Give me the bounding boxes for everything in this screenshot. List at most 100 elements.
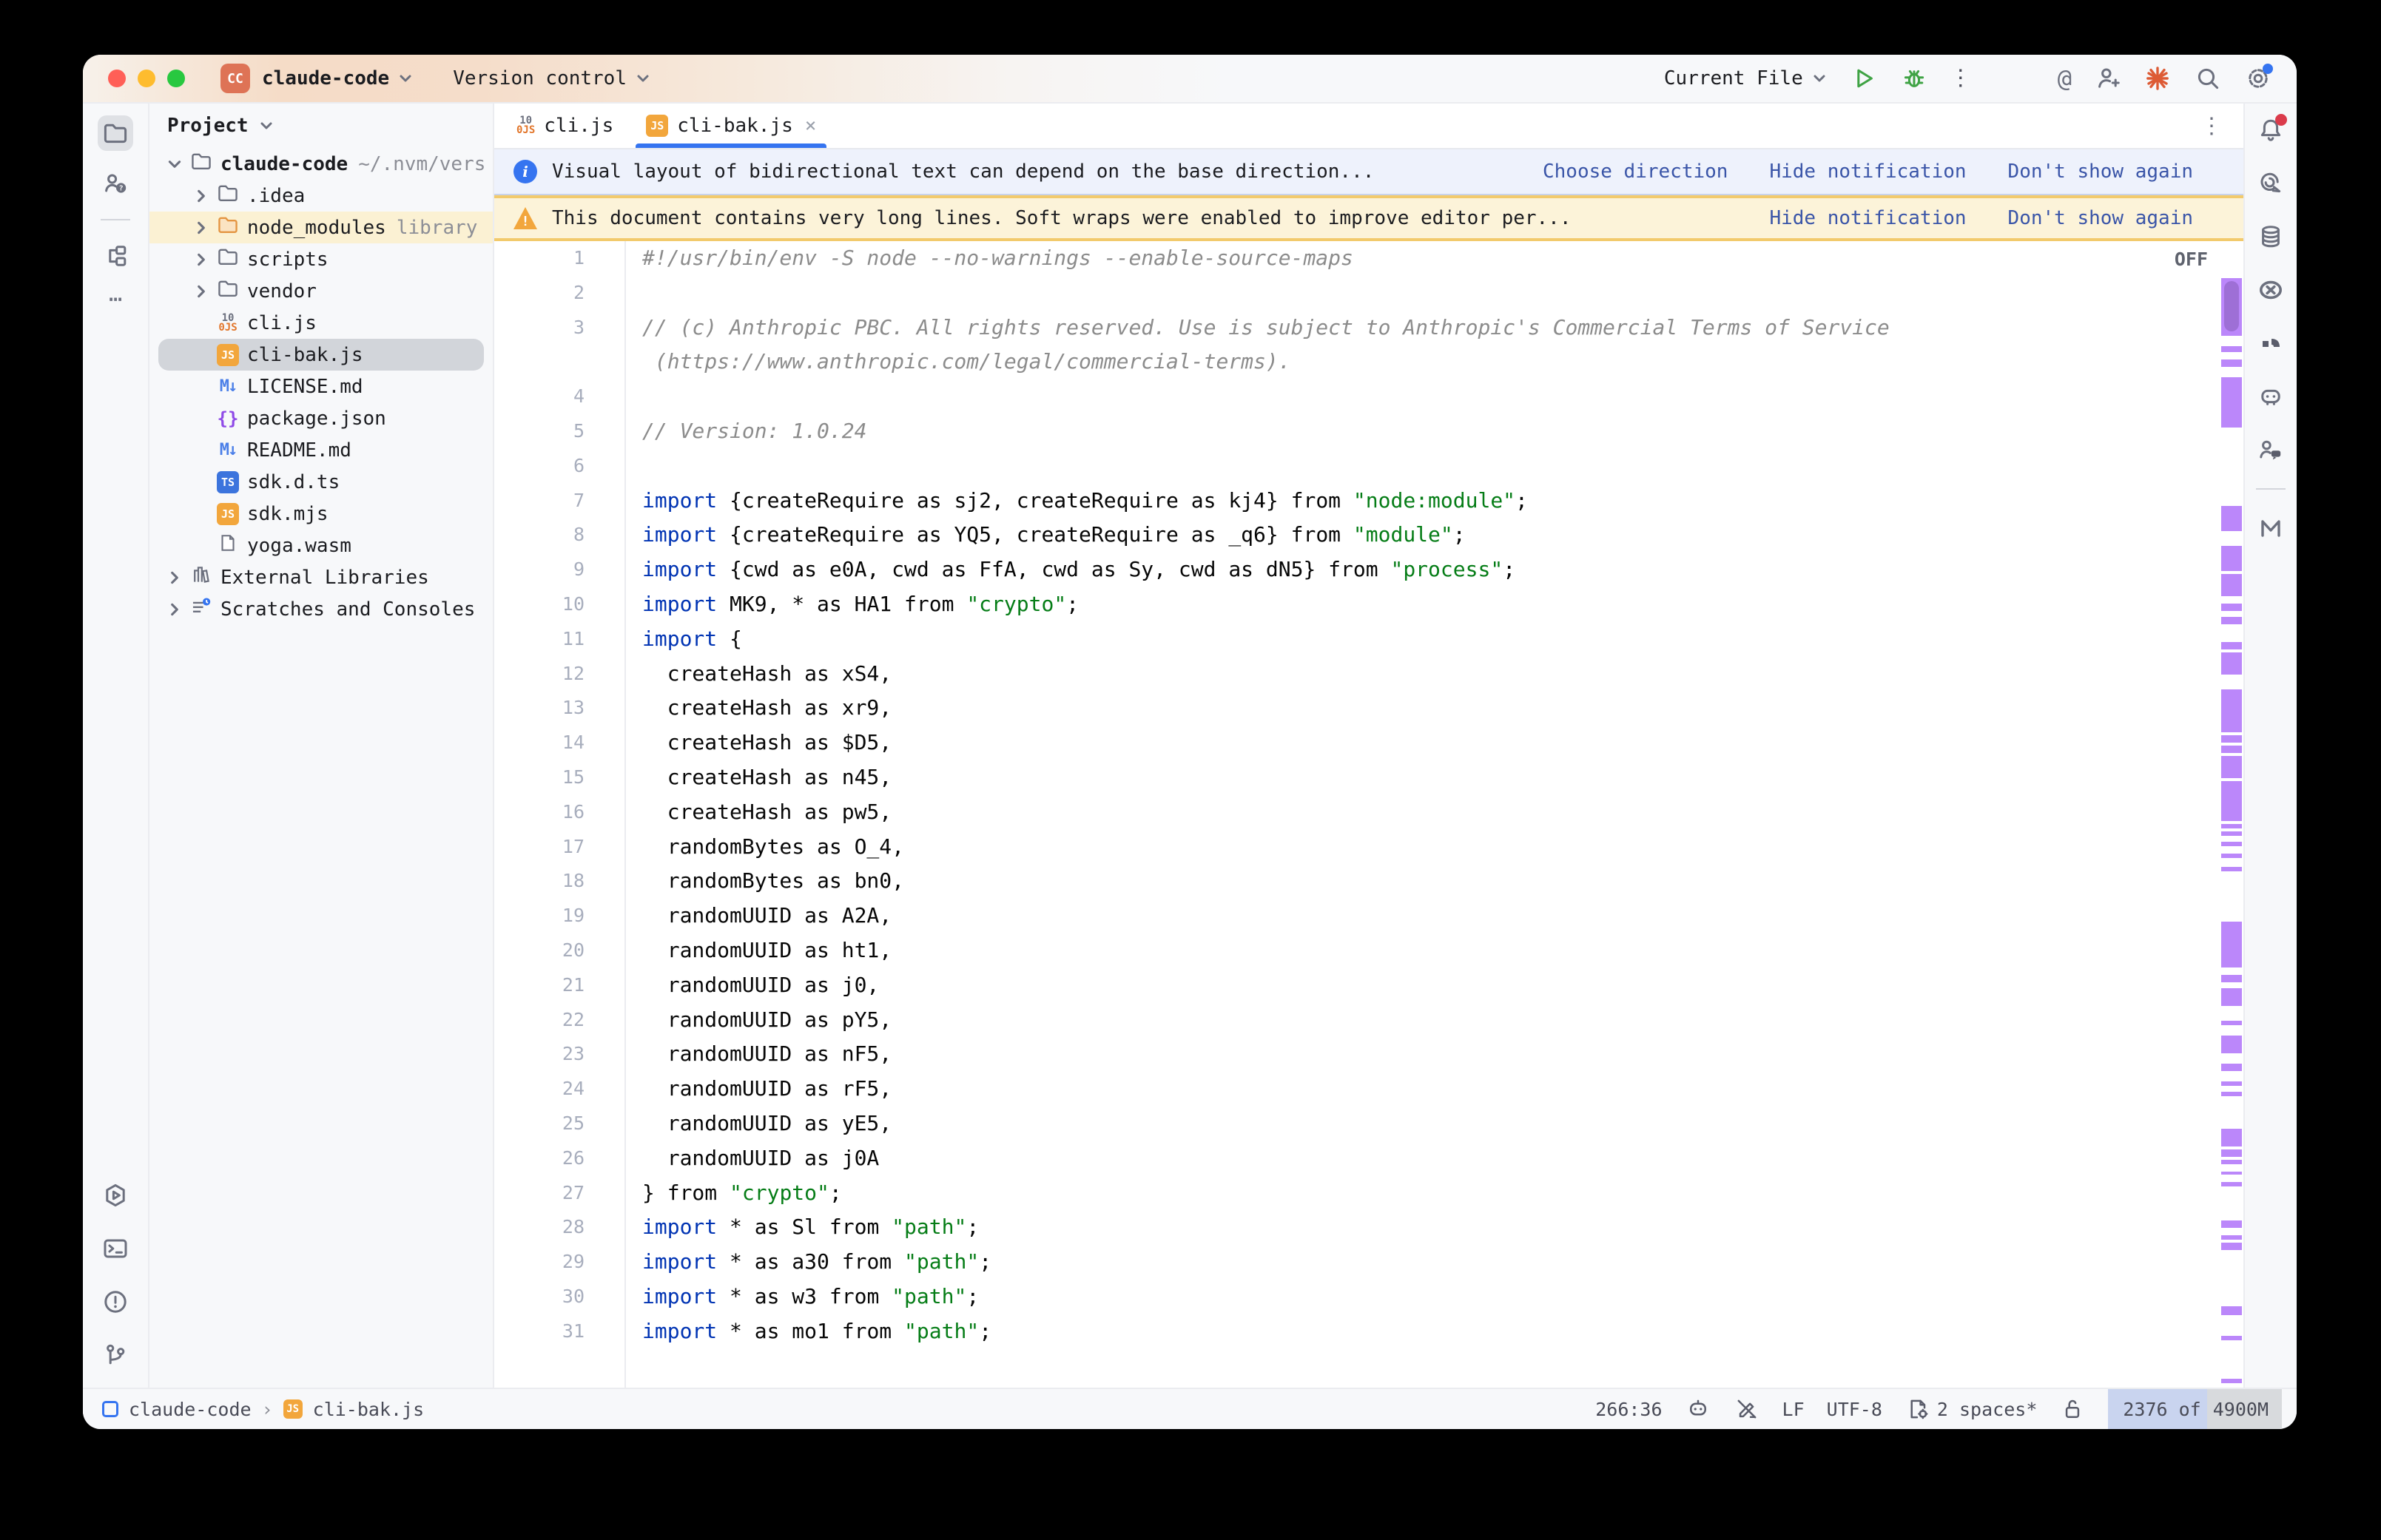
close-tab-icon[interactable]: × — [805, 115, 817, 137]
code-line-30[interactable]: 30import * as w3 from "path"; — [494, 1280, 2243, 1314]
line-number[interactable]: 22 — [494, 1003, 624, 1038]
scrollbar-thumb[interactable] — [2224, 281, 2239, 331]
line-number[interactable]: 1 — [494, 241, 624, 276]
tree-item-sdk-mjs[interactable]: JSsdk.mjs — [149, 498, 493, 530]
line-number[interactable]: 12 — [494, 657, 624, 692]
encoding-widget[interactable]: UTF-8 — [1827, 1399, 1882, 1420]
line-number[interactable]: 23 — [494, 1037, 624, 1072]
tree-chevron[interactable] — [161, 601, 188, 618]
tree-item-scripts[interactable]: scripts — [149, 243, 493, 275]
code-line-11[interactable]: 11import { — [494, 622, 2243, 657]
tree-item-package-json[interactable]: {}package.json — [149, 402, 493, 434]
line-number[interactable]: 7 — [494, 484, 624, 519]
banner-link-don-t-show-again[interactable]: Don't show again — [2008, 161, 2193, 183]
copilot-icon[interactable] — [1685, 1396, 1711, 1422]
code-line-23[interactable]: 23 randomUUID as nF5, — [494, 1037, 2243, 1072]
code-line-wrap[interactable]: (https://www.anthropic.com/legal/commerc… — [494, 345, 2243, 379]
run-icon[interactable] — [1849, 64, 1879, 93]
tree-chevron[interactable] — [161, 156, 188, 172]
settings-icon[interactable] — [2243, 64, 2273, 93]
code-line-17[interactable]: 17 randomBytes as O_4, — [494, 830, 2243, 865]
code-line-21[interactable]: 21 randomUUID as j0, — [494, 968, 2243, 1003]
line-number[interactable]: 9 — [494, 553, 624, 587]
line-number[interactable]: 11 — [494, 622, 624, 657]
code-line-28[interactable]: 28import * as Sl from "path"; — [494, 1210, 2243, 1245]
puzzle-icon[interactable] — [2253, 325, 2289, 361]
database-icon[interactable] — [2253, 219, 2289, 254]
tree-item-yoga-wasm[interactable]: yoga.wasm — [149, 530, 493, 561]
users-help-icon[interactable]: ? — [98, 166, 133, 201]
ai-completion-badge[interactable]: OFF — [2175, 249, 2208, 270]
editor-scrollbar[interactable] — [2220, 241, 2243, 1388]
minimize-window-button[interactable] — [138, 70, 155, 87]
zoom-window-button[interactable] — [167, 70, 185, 87]
line-number[interactable]: 3 — [494, 311, 624, 345]
breadcrumb-file[interactable]: cli-bak.js — [313, 1399, 425, 1420]
line-number[interactable]: 21 — [494, 968, 624, 1003]
banner-link-choose-direction[interactable]: Choose direction — [1543, 161, 1728, 183]
line-number[interactable] — [494, 345, 624, 379]
run-configuration-selector[interactable]: Current File — [1664, 67, 1828, 90]
banner-link-hide-notification[interactable]: Hide notification — [1769, 161, 1966, 183]
more-icon[interactable]: ⋯ — [109, 288, 122, 311]
debug-icon[interactable] — [1899, 64, 1929, 93]
robot-icon[interactable] — [2253, 379, 2289, 414]
code-line-15[interactable]: 15 createHash as n45, — [494, 760, 2243, 795]
tree-item-scratches-and-consoles[interactable]: Scratches and Consoles — [149, 593, 493, 625]
add-user-icon[interactable] — [2092, 64, 2122, 93]
tree-item-claude-code[interactable]: claude-code~/.nvm/vers — [149, 148, 493, 180]
tree-item-external-libraries[interactable]: External Libraries — [149, 561, 493, 593]
line-number[interactable]: 5 — [494, 414, 624, 449]
line-number[interactable]: 19 — [494, 899, 624, 933]
tab-options-icon[interactable]: ⋮ — [2200, 104, 2243, 148]
asterisk-icon[interactable] — [2143, 64, 2172, 93]
caret-position[interactable]: 266:36 — [1595, 1399, 1662, 1420]
tab-cli-bak-js[interactable]: JS cli-bak.js × — [630, 104, 832, 148]
line-number[interactable]: 10 — [494, 587, 624, 622]
banner-link-don-t-show-again[interactable]: Don't show again — [2008, 207, 2193, 229]
code-line-16[interactable]: 16 createHash as pw5, — [494, 795, 2243, 830]
code-line-5[interactable]: 5// Version: 1.0.24 — [494, 414, 2243, 449]
code-line-31[interactable]: 31import * as mo1 from "path"; — [494, 1314, 2243, 1349]
banner-link-hide-notification[interactable]: Hide notification — [1769, 207, 1966, 229]
code-line-1[interactable]: 1#!/usr/bin/env -S node --no-warnings --… — [494, 241, 2243, 276]
code-line-12[interactable]: 12 createHash as xS4, — [494, 657, 2243, 692]
code-line-2[interactable]: 2 — [494, 276, 2243, 311]
code-line-18[interactable]: 18 randomBytes as bn0, — [494, 864, 2243, 899]
code-line-19[interactable]: 19 randomUUID as A2A, — [494, 899, 2243, 933]
code-line-8[interactable]: 8import {createRequire as YQ5, createReq… — [494, 518, 2243, 553]
code-line-27[interactable]: 27} from "crypto"; — [494, 1176, 2243, 1211]
tree-item-node-modules[interactable]: node_moduleslibrary — [149, 212, 493, 243]
tree-chevron[interactable] — [161, 570, 188, 586]
git-branch-icon[interactable] — [98, 1337, 133, 1373]
structure-icon[interactable] — [98, 238, 133, 274]
line-number[interactable]: 8 — [494, 518, 624, 553]
project-panel-header[interactable]: Project — [149, 104, 493, 148]
code-line-3[interactable]: 3// (c) Anthropic PBC. All rights reserv… — [494, 311, 2243, 345]
project-tool-button[interactable] — [98, 115, 133, 151]
services-icon[interactable] — [98, 1178, 133, 1213]
highlighting-off-icon[interactable] — [1734, 1396, 1760, 1422]
tree-item-cli-bak-js[interactable]: JScli-bak.js — [149, 339, 493, 371]
m-letter-icon[interactable] — [2253, 510, 2289, 546]
vcs-menu-button[interactable]: Version control — [453, 67, 652, 90]
line-number[interactable]: 29 — [494, 1245, 624, 1280]
line-number[interactable]: 26 — [494, 1141, 624, 1176]
terminal-icon[interactable] — [98, 1231, 133, 1266]
mention-icon[interactable]: @ — [2058, 67, 2072, 90]
ai-assistant-icon[interactable] — [2253, 166, 2289, 201]
code-line-29[interactable]: 29import * as a30 from "path"; — [494, 1245, 2243, 1280]
tree-chevron[interactable] — [188, 283, 215, 300]
breadcrumb-project[interactable]: claude-code — [129, 1399, 252, 1420]
line-number[interactable]: 16 — [494, 795, 624, 830]
indent-widget[interactable]: 2 spaces* — [1905, 1396, 2037, 1422]
tab-cli-js[interactable]: 100JS cli.js — [500, 104, 630, 148]
line-number[interactable]: 4 — [494, 379, 624, 414]
unlocked-icon[interactable] — [2059, 1396, 2086, 1422]
line-number[interactable]: 14 — [494, 726, 624, 760]
code-line-14[interactable]: 14 createHash as $D5, — [494, 726, 2243, 760]
line-number[interactable]: 28 — [494, 1210, 624, 1245]
line-number[interactable]: 20 — [494, 933, 624, 968]
tree-item-cli-js[interactable]: 100JScli.js — [149, 307, 493, 339]
code-line-10[interactable]: 10import MK9, * as HA1 from "crypto"; — [494, 587, 2243, 622]
